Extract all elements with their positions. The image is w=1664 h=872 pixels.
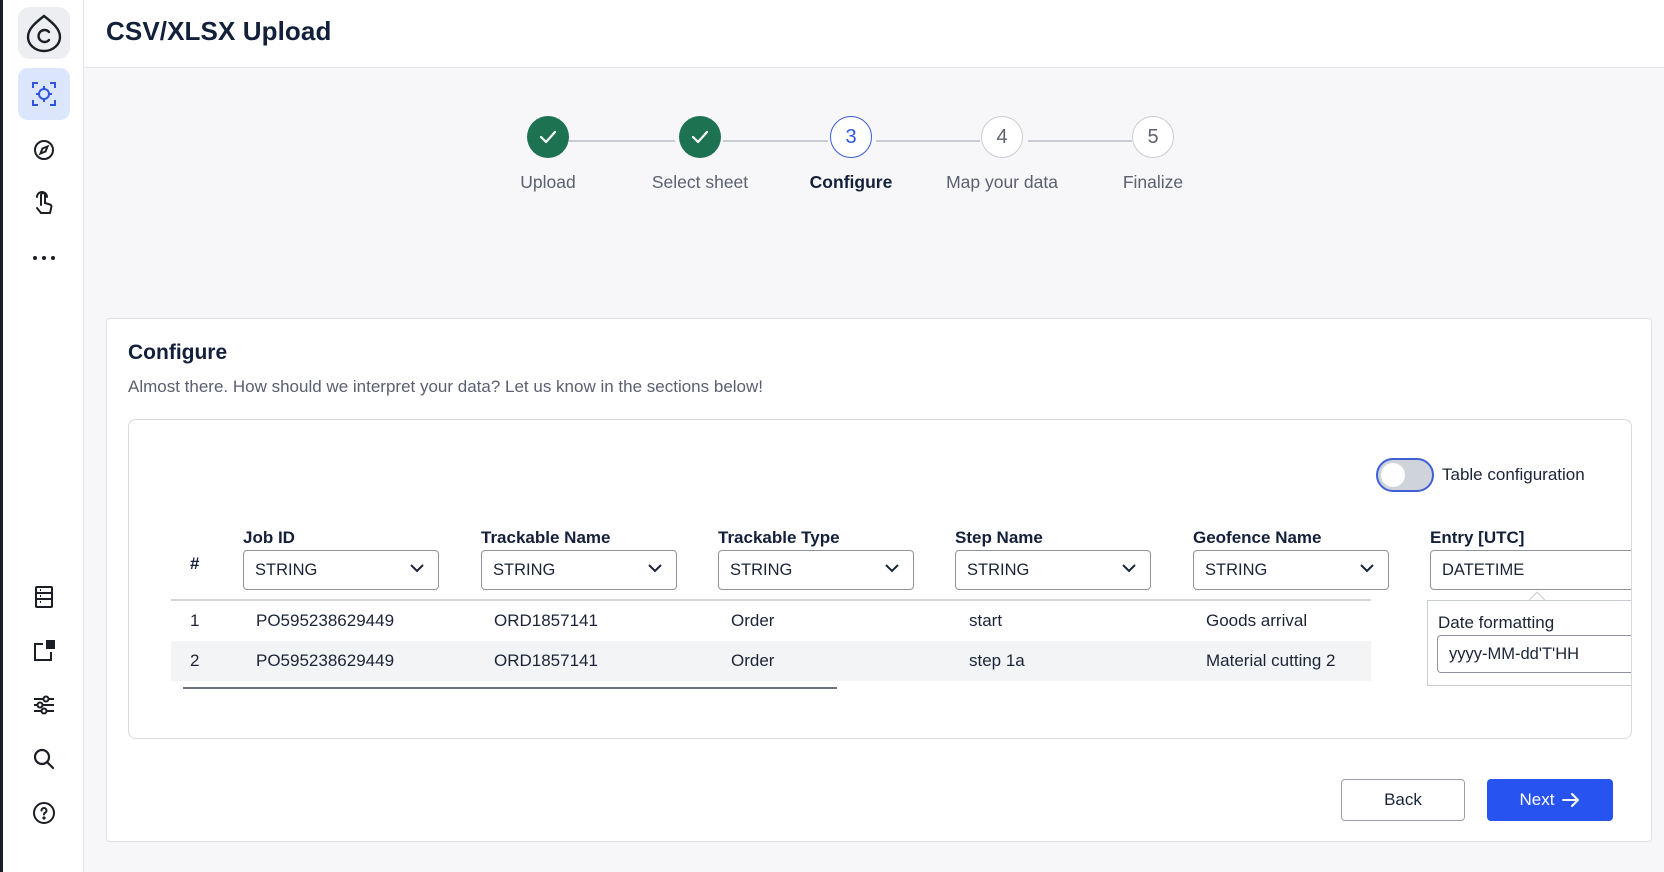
next-button[interactable]: Next: [1487, 779, 1613, 821]
type-select-geofence-name[interactable]: STRING: [1193, 550, 1389, 590]
date-formatting-label: Date formatting: [1438, 613, 1555, 632]
date-formatting-value: yyyy-MM-dd'T'HH: [1449, 645, 1580, 663]
toggle-knob: [1381, 463, 1405, 487]
type-select-trackable-name[interactable]: STRING: [481, 550, 677, 590]
back-button[interactable]: Back: [1341, 779, 1465, 821]
table-configuration-toggle[interactable]: [1376, 458, 1434, 492]
cell-step-name: start: [969, 611, 1003, 630]
row-index: 1: [190, 611, 200, 630]
type-select-value: STRING: [967, 561, 1030, 579]
list-icon[interactable]: [18, 571, 70, 623]
type-select-value: STRING: [255, 561, 318, 579]
table-row: 2 PO595238629449 ORD1857141 Order step 1…: [171, 641, 1371, 681]
horizontal-scrollbar[interactable]: [183, 687, 837, 689]
chevron-down-icon: [1122, 564, 1136, 573]
type-select-value: STRING: [493, 561, 556, 579]
cell-geofence-name: Goods arrival: [1206, 611, 1308, 630]
table-configuration-label: Table configuration: [1442, 465, 1585, 484]
chevron-down-icon: [1360, 564, 1374, 573]
step-connector: [723, 140, 828, 142]
add-widget-icon[interactable]: [18, 625, 70, 677]
step-5-number: 5: [1132, 116, 1174, 158]
step-1-label: Upload: [520, 172, 576, 192]
date-formatting-input[interactable]: yyyy-MM-dd'T'HH: [1437, 635, 1631, 673]
type-select-trackable-type[interactable]: STRING: [718, 550, 914, 590]
column-header-entry-utc: Entry [UTC]: [1430, 528, 1525, 547]
chevron-down-icon: [648, 564, 662, 573]
step-1-done-icon: [527, 116, 569, 158]
chevron-down-icon: [885, 564, 899, 573]
step-5-label: Finalize: [1122, 172, 1184, 192]
sidebar: [0, 0, 84, 872]
table-row: 1 PO595238629449 ORD1857141 Order start …: [171, 601, 1371, 641]
step-4-label: Map your data: [946, 172, 1058, 192]
column-header-trackable-type: Trackable Type: [718, 528, 840, 547]
index-header: #: [190, 554, 200, 573]
table-configuration-toggle-group: Table configuration: [1376, 458, 1585, 492]
page-title: CSV/XLSX Upload: [106, 16, 332, 46]
type-select-value: DATETIME: [1442, 561, 1525, 579]
type-select-step-name[interactable]: STRING: [955, 550, 1151, 590]
cell-step-name: step 1a: [969, 651, 1025, 670]
step-connector: [569, 140, 675, 142]
type-select-value: STRING: [1205, 561, 1268, 579]
section-title: Configure: [128, 341, 228, 364]
column-header-geofence-name: Geofence Name: [1193, 528, 1322, 547]
header: CSV/XLSX Upload: [84, 0, 1664, 68]
configure-card: Configure Almost there. How should we in…: [106, 318, 1652, 842]
cell-trackable-name: ORD1857141: [494, 651, 598, 670]
step-2-label: Select sheet: [651, 172, 749, 192]
cell-geofence-name: Material cutting 2: [1206, 651, 1336, 670]
search-icon[interactable]: [18, 733, 70, 785]
cell-job-id: PO595238629449: [256, 651, 395, 670]
cell-trackable-type: Order: [731, 611, 775, 630]
step-2-done-icon: [679, 116, 721, 158]
arrow-right-icon: [1562, 793, 1580, 807]
type-select-value: STRING: [730, 561, 793, 579]
cell-trackable-name: ORD1857141: [494, 611, 598, 630]
column-header-job-id: Job ID: [243, 528, 295, 547]
window-edge: [0, 0, 3, 872]
next-button-label: Next: [1519, 790, 1555, 809]
pointer-hand-icon[interactable]: [18, 178, 70, 230]
step-4-number: 4: [981, 116, 1023, 158]
compass-icon[interactable]: [18, 124, 70, 176]
more-icon[interactable]: [18, 232, 70, 284]
step-3-label: Configure: [809, 172, 893, 192]
section-description: Almost there. How should we interpret yo…: [128, 377, 764, 396]
cell-job-id: PO595238629449: [256, 611, 395, 630]
row-index: 2: [190, 651, 200, 670]
type-select-entry-utc[interactable]: DATETIME: [1430, 550, 1631, 590]
table-config-panel: Table configuration # Job ID Trackable N…: [128, 419, 1632, 739]
step-connector: [876, 140, 980, 142]
cell-trackable-type: Order: [731, 651, 775, 670]
chevron-down-icon: [410, 564, 424, 573]
column-header-step-name: Step Name: [955, 528, 1043, 547]
sliders-icon[interactable]: [18, 679, 70, 731]
help-icon[interactable]: [18, 787, 70, 839]
date-formatting-popover: Date formatting yyyy-MM-dd'T'HH: [1427, 600, 1631, 686]
scan-icon[interactable]: [18, 68, 70, 120]
logo-c-icon[interactable]: [18, 7, 70, 59]
step-connector: [1028, 140, 1132, 142]
type-select-job-id[interactable]: STRING: [243, 550, 439, 590]
step-3-number: 3: [830, 116, 872, 158]
column-header-trackable-name: Trackable Name: [481, 528, 611, 547]
